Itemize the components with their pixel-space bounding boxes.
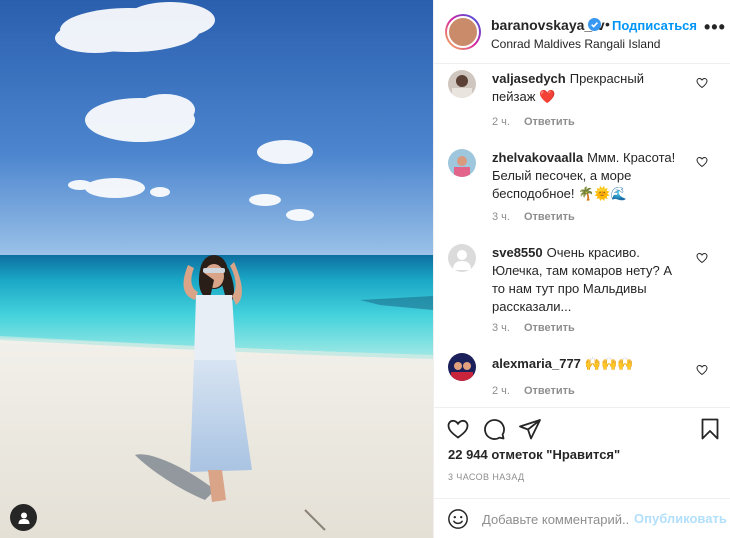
beach-photo-image xyxy=(0,0,433,538)
post-location[interactable]: Conrad Maldives Rangali Island xyxy=(491,37,660,51)
comment-time: 3 ч. xyxy=(492,211,510,223)
commenter-username[interactable]: zhelvakovaalla xyxy=(492,150,583,165)
comment-input[interactable] xyxy=(482,509,630,529)
like-comment-heart-icon[interactable] xyxy=(696,77,708,89)
post-side-panel: baranovskaya_tv • Подписаться Conrad Mal… xyxy=(433,0,730,538)
separator-dot: • xyxy=(605,16,610,32)
commenter-username[interactable]: alexmaria_777 xyxy=(492,356,581,371)
commenter-avatar[interactable] xyxy=(448,353,476,381)
comment-time: 2 ч. xyxy=(492,385,510,397)
commenter-username[interactable]: sve8550 xyxy=(492,245,543,260)
emoji-smiley-icon[interactable] xyxy=(447,508,469,530)
post-actions: 22 944 отметок "Нравится" 3 ЧАСОВ НАЗАД xyxy=(434,407,730,508)
follow-button[interactable]: Подписаться xyxy=(612,18,697,33)
bookmark-save-icon[interactable] xyxy=(698,417,722,441)
comment-text-block: sve8550 Очень красиво. Юлечка, там комаро… xyxy=(492,244,688,316)
reply-button[interactable]: Ответить xyxy=(524,385,575,397)
like-comment-heart-icon[interactable] xyxy=(696,156,708,168)
commenter-avatar[interactable] xyxy=(448,244,476,272)
commenter-avatar[interactable] xyxy=(448,70,476,98)
reply-button[interactable]: Ответить xyxy=(524,211,575,223)
post-photo[interactable] xyxy=(0,0,433,538)
comment-time: 2 ч. xyxy=(492,116,510,128)
like-heart-icon[interactable] xyxy=(446,417,470,441)
comment-meta: 3 ч. Ответить xyxy=(492,211,575,223)
post-time-ago[interactable]: 3 ЧАСОВ НАЗАД xyxy=(448,472,525,482)
publish-button[interactable]: Опубликовать xyxy=(634,511,727,526)
comment-bubble-icon[interactable] xyxy=(482,417,506,441)
more-options-icon[interactable]: ••• xyxy=(704,18,726,36)
commenter-username[interactable]: valjasedych xyxy=(492,71,566,86)
add-comment-bar: Опубликовать xyxy=(434,498,730,538)
author-avatar[interactable] xyxy=(445,14,481,50)
comment-meta: 3 ч. Ответить xyxy=(492,322,575,334)
user-icon xyxy=(18,512,29,524)
post-header: baranovskaya_tv • Подписаться Conrad Mal… xyxy=(434,0,730,64)
comment-meta: 2 ч. Ответить xyxy=(492,385,575,397)
comment-time: 3 ч. xyxy=(492,322,510,334)
comment-text: 🙌🙌🙌 xyxy=(584,356,634,371)
comment-text-block: zhelvakovaalla Ммм. Красота! Белый песоче… xyxy=(492,149,688,203)
comment-text-block: valjasedych Прекрасный пейзаж ❤️ xyxy=(492,70,688,106)
like-comment-heart-icon[interactable] xyxy=(696,252,708,264)
like-comment-heart-icon[interactable] xyxy=(696,364,708,376)
reply-button[interactable]: Ответить xyxy=(524,322,575,334)
verified-badge-icon xyxy=(588,18,601,31)
comment-meta: 2 ч. Ответить xyxy=(492,116,575,128)
likes-count[interactable]: 22 944 отметок "Нравится" xyxy=(448,447,620,462)
reply-button[interactable]: Ответить xyxy=(524,116,575,128)
comment-text-block: alexmaria_777 🙌🙌🙌 xyxy=(492,355,688,373)
tagged-users-button[interactable] xyxy=(10,504,37,531)
share-send-icon[interactable] xyxy=(518,417,542,441)
commenter-avatar[interactable] xyxy=(448,149,476,177)
comments-list[interactable]: valjasedych Прекрасный пейзаж ❤️ 2 ч. Отве… xyxy=(434,65,730,407)
